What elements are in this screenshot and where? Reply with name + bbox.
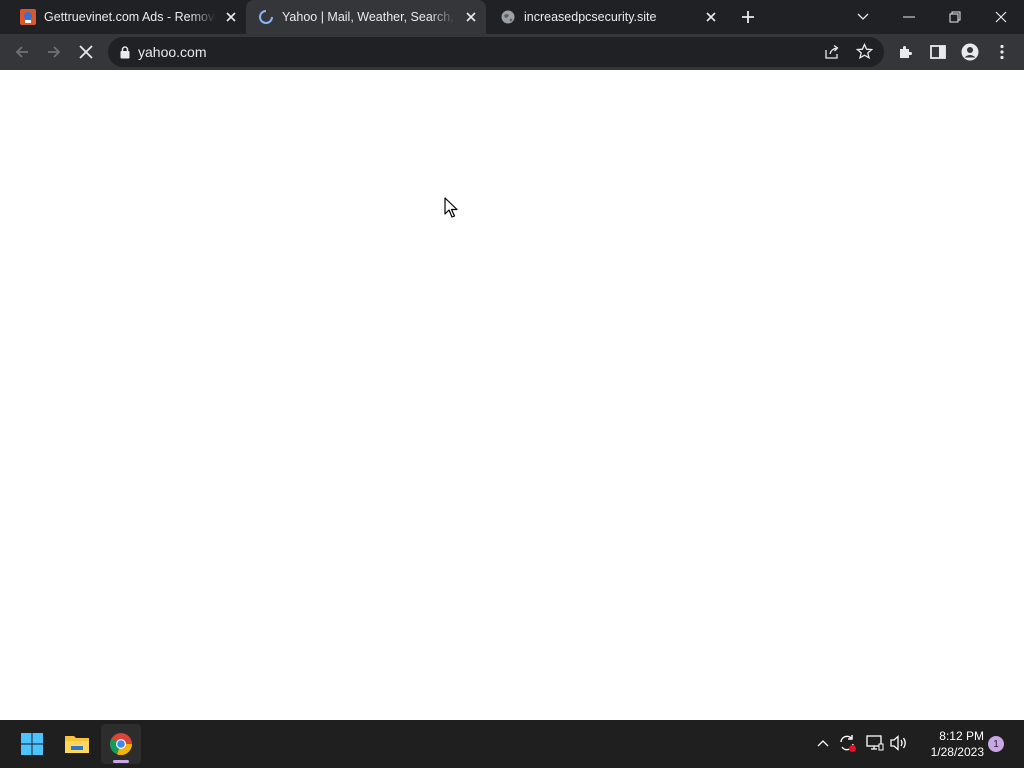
sync-status-icon[interactable] bbox=[836, 732, 858, 754]
browser-toolbar: yahoo.com bbox=[0, 34, 1024, 70]
start-button[interactable] bbox=[12, 724, 52, 764]
chevron-down-icon bbox=[857, 13, 869, 20]
menu-button[interactable] bbox=[986, 36, 1018, 68]
volume-icon[interactable] bbox=[888, 732, 910, 754]
network-icon[interactable] bbox=[864, 732, 886, 754]
clock-time: 8:12 PM bbox=[939, 729, 984, 743]
arrow-left-icon bbox=[15, 46, 28, 58]
tab-gettruevinet[interactable]: Gettruevinet.com Ads - Remove bbox=[8, 0, 246, 34]
arrow-right-icon bbox=[48, 46, 61, 58]
new-tab-button[interactable] bbox=[736, 6, 760, 28]
chevron-up-icon bbox=[817, 740, 829, 747]
loading-spinner-icon bbox=[258, 9, 274, 25]
back-button[interactable] bbox=[6, 36, 38, 68]
share-icon[interactable] bbox=[824, 44, 840, 65]
tab-search-button[interactable] bbox=[840, 0, 886, 34]
mouse-cursor-icon bbox=[444, 197, 458, 224]
profile-button[interactable] bbox=[954, 36, 986, 68]
star-icon[interactable] bbox=[855, 42, 874, 65]
stop-loading-button[interactable] bbox=[70, 36, 102, 68]
windows-taskbar: 8:12 PM 1/28/2023 1 bbox=[0, 720, 1024, 768]
restore-button[interactable] bbox=[932, 0, 978, 34]
close-tab-icon[interactable] bbox=[702, 8, 720, 26]
notification-badge[interactable]: 1 bbox=[988, 736, 1004, 752]
tab-yahoo[interactable]: Yahoo | Mail, Weather, Search, Po bbox=[246, 0, 486, 34]
file-explorer-button[interactable] bbox=[57, 724, 97, 764]
tab-title: Yahoo | Mail, Weather, Search, Po bbox=[282, 10, 456, 24]
clock-date: 1/28/2023 bbox=[930, 745, 984, 759]
close-tab-icon[interactable] bbox=[222, 8, 240, 26]
page-content[interactable] bbox=[0, 70, 1024, 720]
tab-title: increasedpcsecurity.site bbox=[524, 10, 657, 24]
tab-title: Gettruevinet.com Ads - Remove bbox=[44, 10, 216, 24]
address-bar[interactable]: yahoo.com bbox=[108, 37, 884, 67]
url-text: yahoo.com bbox=[138, 44, 207, 60]
chrome-taskbar-button[interactable] bbox=[101, 724, 141, 764]
kebab-menu-icon bbox=[1000, 44, 1004, 60]
forward-button[interactable] bbox=[38, 36, 70, 68]
close-window-button[interactable] bbox=[978, 0, 1024, 34]
side-panel-button[interactable] bbox=[922, 36, 954, 68]
system-clock[interactable]: 8:12 PM 1/28/2023 bbox=[912, 728, 984, 760]
show-hidden-icons-button[interactable] bbox=[812, 732, 834, 754]
puzzle-icon bbox=[900, 46, 912, 58]
folder-icon bbox=[65, 736, 89, 753]
close-icon bbox=[79, 45, 93, 59]
site-favicon-icon bbox=[20, 9, 36, 25]
close-icon bbox=[995, 11, 1007, 23]
minimize-icon bbox=[903, 16, 915, 18]
close-tab-icon[interactable] bbox=[462, 8, 480, 26]
windows-logo-icon bbox=[21, 733, 43, 755]
minimize-button[interactable] bbox=[886, 0, 932, 34]
chrome-icon bbox=[109, 733, 133, 756]
tab-increasedpcsecurity[interactable]: increasedpcsecurity.site bbox=[488, 0, 726, 34]
side-panel-icon bbox=[930, 45, 946, 59]
lock-icon[interactable] bbox=[120, 45, 130, 59]
active-indicator bbox=[113, 760, 129, 763]
plus-icon bbox=[742, 11, 754, 23]
avatar-icon bbox=[961, 43, 979, 61]
tab-strip: Gettruevinet.com Ads - Remove Yahoo | Ma… bbox=[0, 0, 1024, 34]
extensions-button[interactable] bbox=[890, 36, 922, 68]
globe-icon bbox=[500, 9, 516, 25]
restore-icon bbox=[949, 11, 961, 23]
